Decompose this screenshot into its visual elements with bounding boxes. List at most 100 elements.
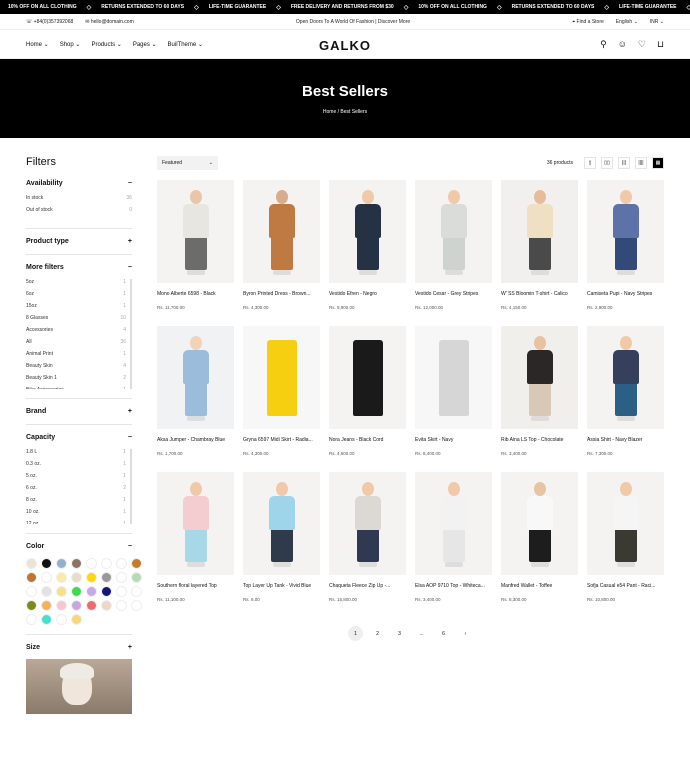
color-swatch[interactable] bbox=[56, 614, 67, 625]
filter-option[interactable]: 12 oz. 1 bbox=[26, 521, 126, 524]
product-image[interactable] bbox=[329, 326, 406, 429]
product-title[interactable]: Evita Skirt - Navy bbox=[415, 437, 492, 445]
find-store-link[interactable]: ⌖ Find a Store bbox=[572, 19, 603, 25]
color-swatch[interactable] bbox=[56, 572, 67, 583]
color-swatch[interactable] bbox=[26, 572, 37, 583]
filter-option[interactable]: 1.8 L 1 bbox=[26, 449, 126, 461]
color-swatch[interactable] bbox=[26, 586, 37, 597]
filter-option[interactable]: In stock 36 bbox=[26, 195, 132, 207]
sort-select[interactable]: Featured ⌄ bbox=[157, 156, 218, 170]
product-image[interactable] bbox=[415, 180, 492, 283]
nav-link-pages[interactable]: Pages ⌄ bbox=[133, 41, 157, 48]
product-image[interactable] bbox=[587, 180, 664, 283]
product-card[interactable]: Elsa AOP 9710 Top - Whiteca... Rs. 3,400.… bbox=[415, 472, 492, 618]
color-swatch[interactable] bbox=[26, 614, 37, 625]
filter-option[interactable]: 15oz 1 bbox=[26, 303, 126, 315]
filter-color-header[interactable]: Color − bbox=[26, 543, 132, 550]
filter-option[interactable]: 5oz 1 bbox=[26, 279, 126, 291]
color-swatch[interactable] bbox=[86, 572, 97, 583]
product-card[interactable]: Vestido Cesar - Grey Stripes Rs. 12,000.0… bbox=[415, 180, 492, 326]
search-icon[interactable]: ⚲ bbox=[600, 39, 607, 50]
product-image[interactable] bbox=[243, 326, 320, 429]
product-card[interactable]: Aksa Jumper - Chambray Blue Rs. 1,700.00 bbox=[157, 326, 234, 472]
product-title[interactable]: Gryna 6597 Midi Skirt - Radia... bbox=[243, 437, 320, 445]
product-image[interactable] bbox=[157, 472, 234, 575]
product-image[interactable] bbox=[243, 180, 320, 283]
color-swatch[interactable] bbox=[116, 600, 127, 611]
next-page-button[interactable]: › bbox=[458, 626, 473, 641]
color-swatch[interactable] bbox=[56, 586, 67, 597]
product-card[interactable]: Evita Skirt - Navy Rs. 8,400.00 bbox=[415, 326, 492, 472]
page-button[interactable]: 3 bbox=[392, 626, 407, 641]
color-swatch[interactable] bbox=[101, 572, 112, 583]
color-swatch[interactable] bbox=[86, 558, 97, 569]
product-card[interactable]: Manfred Wallet - Toffee Rs. 8,300.00 bbox=[501, 472, 578, 618]
page-button[interactable]: 2 bbox=[370, 626, 385, 641]
product-title[interactable]: Vestido Efren - Negro bbox=[329, 291, 406, 299]
language-select[interactable]: English ⌄ bbox=[616, 19, 638, 25]
promo-banner-image[interactable] bbox=[26, 659, 132, 714]
product-title[interactable]: Vestido Cesar - Grey Stripes bbox=[415, 291, 492, 299]
color-swatch[interactable] bbox=[41, 600, 52, 611]
product-title[interactable]: Chaqueta Fleece Zip Up -... bbox=[329, 583, 406, 591]
color-swatch[interactable] bbox=[116, 572, 127, 583]
product-image[interactable] bbox=[587, 472, 664, 575]
product-title[interactable]: Elsa AOP 9710 Top - Whiteca... bbox=[415, 583, 492, 591]
color-swatch[interactable] bbox=[86, 586, 97, 597]
color-swatch[interactable] bbox=[71, 572, 82, 583]
view-4-column-button[interactable]: |||| bbox=[635, 157, 647, 169]
filter-option[interactable]: Beauty Skin 4 bbox=[26, 363, 126, 375]
product-card[interactable]: Gryna 6597 Midi Skirt - Radia... Rs. 4,30… bbox=[243, 326, 320, 472]
color-swatch[interactable] bbox=[26, 558, 37, 569]
product-image[interactable] bbox=[329, 180, 406, 283]
filter-availability-header[interactable]: Availability − bbox=[26, 180, 132, 187]
product-card[interactable]: Southern floral layered Top Rs. 11,100.00 bbox=[157, 472, 234, 618]
product-title[interactable]: Rib Aina LS Top - Chocolate bbox=[501, 437, 578, 445]
color-swatch[interactable] bbox=[56, 600, 67, 611]
page-button[interactable]: 6 bbox=[436, 626, 451, 641]
filter-size-header[interactable]: Size + bbox=[26, 644, 132, 651]
filter-option[interactable]: 10 oz. 1 bbox=[26, 509, 126, 521]
color-swatch[interactable] bbox=[116, 558, 127, 569]
color-swatch[interactable] bbox=[131, 600, 142, 611]
filter-option[interactable]: Accessories 4 bbox=[26, 327, 126, 339]
color-swatch[interactable] bbox=[101, 558, 112, 569]
product-card[interactable]: Vestido Efren - Negro Rs. 9,900.00 bbox=[329, 180, 406, 326]
color-swatch[interactable] bbox=[131, 572, 142, 583]
product-title[interactable]: Byron Printed Dress - Brown... bbox=[243, 291, 320, 299]
product-title[interactable]: Mono Alberte 6598 - Black bbox=[157, 291, 234, 299]
view-3-column-button[interactable]: ||| bbox=[618, 157, 630, 169]
product-title[interactable]: Nora Jeans - Black Cord bbox=[329, 437, 406, 445]
color-swatch[interactable] bbox=[41, 558, 52, 569]
product-image[interactable] bbox=[587, 326, 664, 429]
filter-option[interactable]: 6 oz. 2 bbox=[26, 485, 126, 497]
product-image[interactable] bbox=[501, 472, 578, 575]
color-swatch[interactable] bbox=[131, 586, 142, 597]
product-image[interactable] bbox=[501, 326, 578, 429]
more-filters-list[interactable]: 5oz 1 6oz 1 15oz 1 8 Glasses 10 Accessories 4 All 3… bbox=[26, 279, 132, 389]
product-card[interactable]: Camiseta Pupi - Navy Stripes Rs. 2,900.00 bbox=[587, 180, 664, 326]
cart-icon[interactable]: ⊔ bbox=[657, 39, 664, 50]
product-image[interactable] bbox=[501, 180, 578, 283]
product-title[interactable]: Southern floral layered Top bbox=[157, 583, 234, 591]
product-card[interactable]: Rib Aina LS Top - Chocolate Rs. 3,400.00 bbox=[501, 326, 578, 472]
product-title[interactable]: Manfred Wallet - Toffee bbox=[501, 583, 578, 591]
filter-more-header[interactable]: More filters − bbox=[26, 264, 132, 271]
product-card[interactable]: W' SS Bloomin T-shirt - Calico Rs. 4,150.… bbox=[501, 180, 578, 326]
color-swatch[interactable] bbox=[41, 614, 52, 625]
color-swatch[interactable] bbox=[101, 586, 112, 597]
nav-link-home[interactable]: Home ⌄ bbox=[26, 41, 49, 48]
product-card[interactable]: Chaqueta Fleece Zip Up -... Rs. 15,800.00 bbox=[329, 472, 406, 618]
view-2-column-button[interactable]: ▯▯ bbox=[601, 157, 613, 169]
color-swatch[interactable] bbox=[86, 600, 97, 611]
product-title[interactable]: Aksa Jumper - Chambray Blue bbox=[157, 437, 234, 445]
site-logo[interactable]: GALKO bbox=[319, 38, 371, 53]
wishlist-icon[interactable]: ♡ bbox=[638, 39, 646, 50]
breadcrumb-home[interactable]: Home bbox=[323, 109, 336, 115]
color-swatch[interactable] bbox=[56, 558, 67, 569]
filter-brand-header[interactable]: Brand + bbox=[26, 408, 132, 415]
product-title[interactable]: Sofja Casual e54 Pant - Raci... bbox=[587, 583, 664, 591]
account-icon[interactable]: ☺ bbox=[618, 39, 627, 50]
product-title[interactable]: Camiseta Pupi - Navy Stripes bbox=[587, 291, 664, 299]
filter-option[interactable]: 8 oz. 1 bbox=[26, 497, 126, 509]
